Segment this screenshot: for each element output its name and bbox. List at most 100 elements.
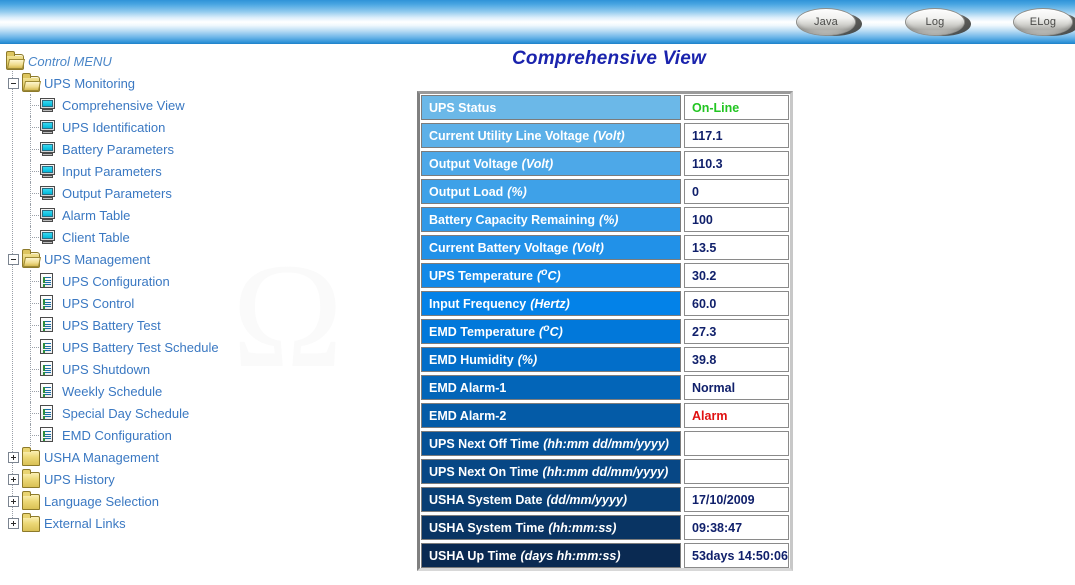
- tree-item-usha-management[interactable]: USHA Management: [0, 446, 400, 468]
- tree-item-emd-configuration[interactable]: EMD Configuration: [0, 424, 400, 446]
- tree-guide-line: [30, 380, 31, 402]
- row-label: UPS Next On Time (hh:mm dd/mm/yyyy): [421, 459, 681, 484]
- tree-item-label: External Links: [44, 515, 126, 531]
- row-label-text: EMD Alarm-1: [429, 380, 507, 395]
- document-icon: [40, 339, 53, 354]
- tree-guide-line: [30, 182, 31, 204]
- tree-item-ups-control[interactable]: UPS Control: [0, 292, 400, 314]
- table-row: UPS Temperature (oC) 30.2: [421, 263, 789, 288]
- navigation-tree: Control MENU UPS Monitoring Comprehensive …: [0, 50, 400, 534]
- row-label: Output Load (%): [421, 179, 681, 204]
- tree-item-language-selection[interactable]: Language Selection: [0, 490, 400, 512]
- table-row: Input Frequency (Hertz) 60.0: [421, 291, 789, 316]
- page-title: Comprehensive View: [511, 48, 707, 69]
- row-label-text: USHA Up Time: [429, 548, 517, 563]
- row-label: USHA System Time (hh:mm:ss): [421, 515, 681, 540]
- tree-item-control-menu[interactable]: Control MENU: [0, 50, 400, 72]
- tree-item-output-parameters[interactable]: Output Parameters: [0, 182, 400, 204]
- row-label: Output Voltage (Volt): [421, 151, 681, 176]
- expand-icon-usha-management[interactable]: [8, 451, 19, 463]
- tree-item-alarm-table[interactable]: Alarm Table: [0, 204, 400, 226]
- table-row: UPS Next On Time (hh:mm dd/mm/yyyy): [421, 459, 789, 484]
- table-row: USHA System Time (hh:mm:ss) 09:38:47: [421, 515, 789, 540]
- tree-item-label: Battery Parameters: [62, 141, 174, 157]
- tree-item-ups-identification[interactable]: UPS Identification: [0, 116, 400, 138]
- row-value: 13.5: [684, 235, 789, 260]
- elog-button[interactable]: ELog: [1013, 5, 1075, 39]
- tree-item-label: Output Parameters: [62, 185, 172, 201]
- row-unit-text: (hh:mm dd/mm/yyyy): [542, 464, 669, 479]
- monitor-icon: [40, 230, 55, 244]
- collapse-icon-ups-management[interactable]: [8, 253, 19, 265]
- tree-item-label: Special Day Schedule: [62, 405, 190, 421]
- row-label-text: USHA System Date: [429, 492, 543, 507]
- row-value: 53days 14:50:06: [684, 543, 789, 568]
- collapse-icon-ups-monitoring[interactable]: [8, 77, 19, 89]
- folder-closed-icon: [22, 491, 40, 510]
- tree-item-label: Control MENU: [28, 53, 112, 69]
- folder-open-icon: [6, 51, 24, 70]
- tree-item-label: USHA Management: [44, 449, 159, 465]
- tree-item-label: UPS Battery Test: [62, 317, 161, 333]
- tree-item-battery-parameters[interactable]: Battery Parameters: [0, 138, 400, 160]
- row-value: Normal: [684, 375, 789, 400]
- tree-guide-line: [30, 424, 31, 446]
- row-value: [684, 431, 789, 456]
- expand-icon-external-links[interactable]: [8, 517, 19, 529]
- table-row: USHA Up Time (days hh:mm:ss) 53days 14:50:…: [421, 543, 789, 568]
- row-label-text: UPS Next On Time: [429, 464, 539, 479]
- document-icon: [40, 317, 53, 332]
- tree-item-ups-battery-test[interactable]: UPS Battery Test: [0, 314, 400, 336]
- tree-guide-line: [30, 226, 31, 248]
- document-icon: [40, 295, 53, 310]
- expand-icon-ups-history[interactable]: [8, 473, 19, 485]
- tree-item-label: Input Parameters: [62, 163, 162, 179]
- main-panel: Comprehensive View UPS Status On-Line Curr…: [405, 48, 805, 571]
- tree-item-input-parameters[interactable]: Input Parameters: [0, 160, 400, 182]
- tree-item-special-day-schedule[interactable]: Special Day Schedule: [0, 402, 400, 424]
- table-row: UPS Next Off Time (hh:mm dd/mm/yyyy): [421, 431, 789, 456]
- row-label-text: EMD Humidity: [429, 352, 514, 367]
- folder-closed-icon: [22, 513, 40, 532]
- tree-item-label: Comprehensive View: [62, 97, 185, 113]
- tree-item-ups-configuration[interactable]: UPS Configuration: [0, 270, 400, 292]
- folder-open-icon: [22, 249, 40, 268]
- row-unit-text: (Volt): [593, 128, 625, 143]
- table-row: Output Load (%) 0: [421, 179, 789, 204]
- expand-icon-language-selection[interactable]: [8, 495, 19, 507]
- log-button[interactable]: Log: [905, 5, 971, 39]
- comprehensive-view-table: UPS Status On-Line Current Utility Line Vo…: [417, 91, 793, 571]
- table-row: Output Voltage (Volt) 110.3: [421, 151, 789, 176]
- row-unit-text: (hh:mm:ss): [548, 520, 617, 535]
- row-value: 09:38:47: [684, 515, 789, 540]
- row-label-text: EMD Alarm-2: [429, 408, 507, 423]
- folder-open-icon: [22, 73, 40, 92]
- tree-item-ups-shutdown[interactable]: UPS Shutdown: [0, 358, 400, 380]
- row-unit-text: (Volt): [572, 240, 604, 255]
- tree-item-client-table[interactable]: Client Table: [0, 226, 400, 248]
- tree-item-comprehensive-view[interactable]: Comprehensive View: [0, 94, 400, 116]
- tree-item-label: Language Selection: [44, 493, 159, 509]
- tree-item-ups-history[interactable]: UPS History: [0, 468, 400, 490]
- row-value: 60.0: [684, 291, 789, 316]
- tree-item-ups-monitoring[interactable]: UPS Monitoring: [0, 72, 400, 94]
- row-label: EMD Alarm-2: [421, 403, 681, 428]
- row-value: 27.3: [684, 319, 789, 344]
- tree-item-ups-battery-test-schedule[interactable]: UPS Battery Test Schedule: [0, 336, 400, 358]
- tree-item-label: UPS History: [44, 471, 115, 487]
- tree-guide-line: [30, 402, 31, 424]
- tree-guide-line: [30, 116, 31, 138]
- tree-item-ups-management[interactable]: UPS Management: [0, 248, 400, 270]
- tree-item-external-links[interactable]: External Links: [0, 512, 400, 534]
- tree-item-label: UPS Battery Test Schedule: [62, 339, 219, 355]
- row-value: 117.1: [684, 123, 789, 148]
- java-button[interactable]: Java: [796, 5, 862, 39]
- monitor-icon: [40, 186, 55, 200]
- table-row: Battery Capacity Remaining (%) 100: [421, 207, 789, 232]
- tree-item-weekly-schedule[interactable]: Weekly Schedule: [0, 380, 400, 402]
- row-value: 0: [684, 179, 789, 204]
- table-row: Current Battery Voltage (Volt) 13.5: [421, 235, 789, 260]
- row-value: 17/10/2009: [684, 487, 789, 512]
- table-row: Current Utility Line Voltage (Volt) 117.1: [421, 123, 789, 148]
- row-unit-text: (%): [517, 352, 538, 367]
